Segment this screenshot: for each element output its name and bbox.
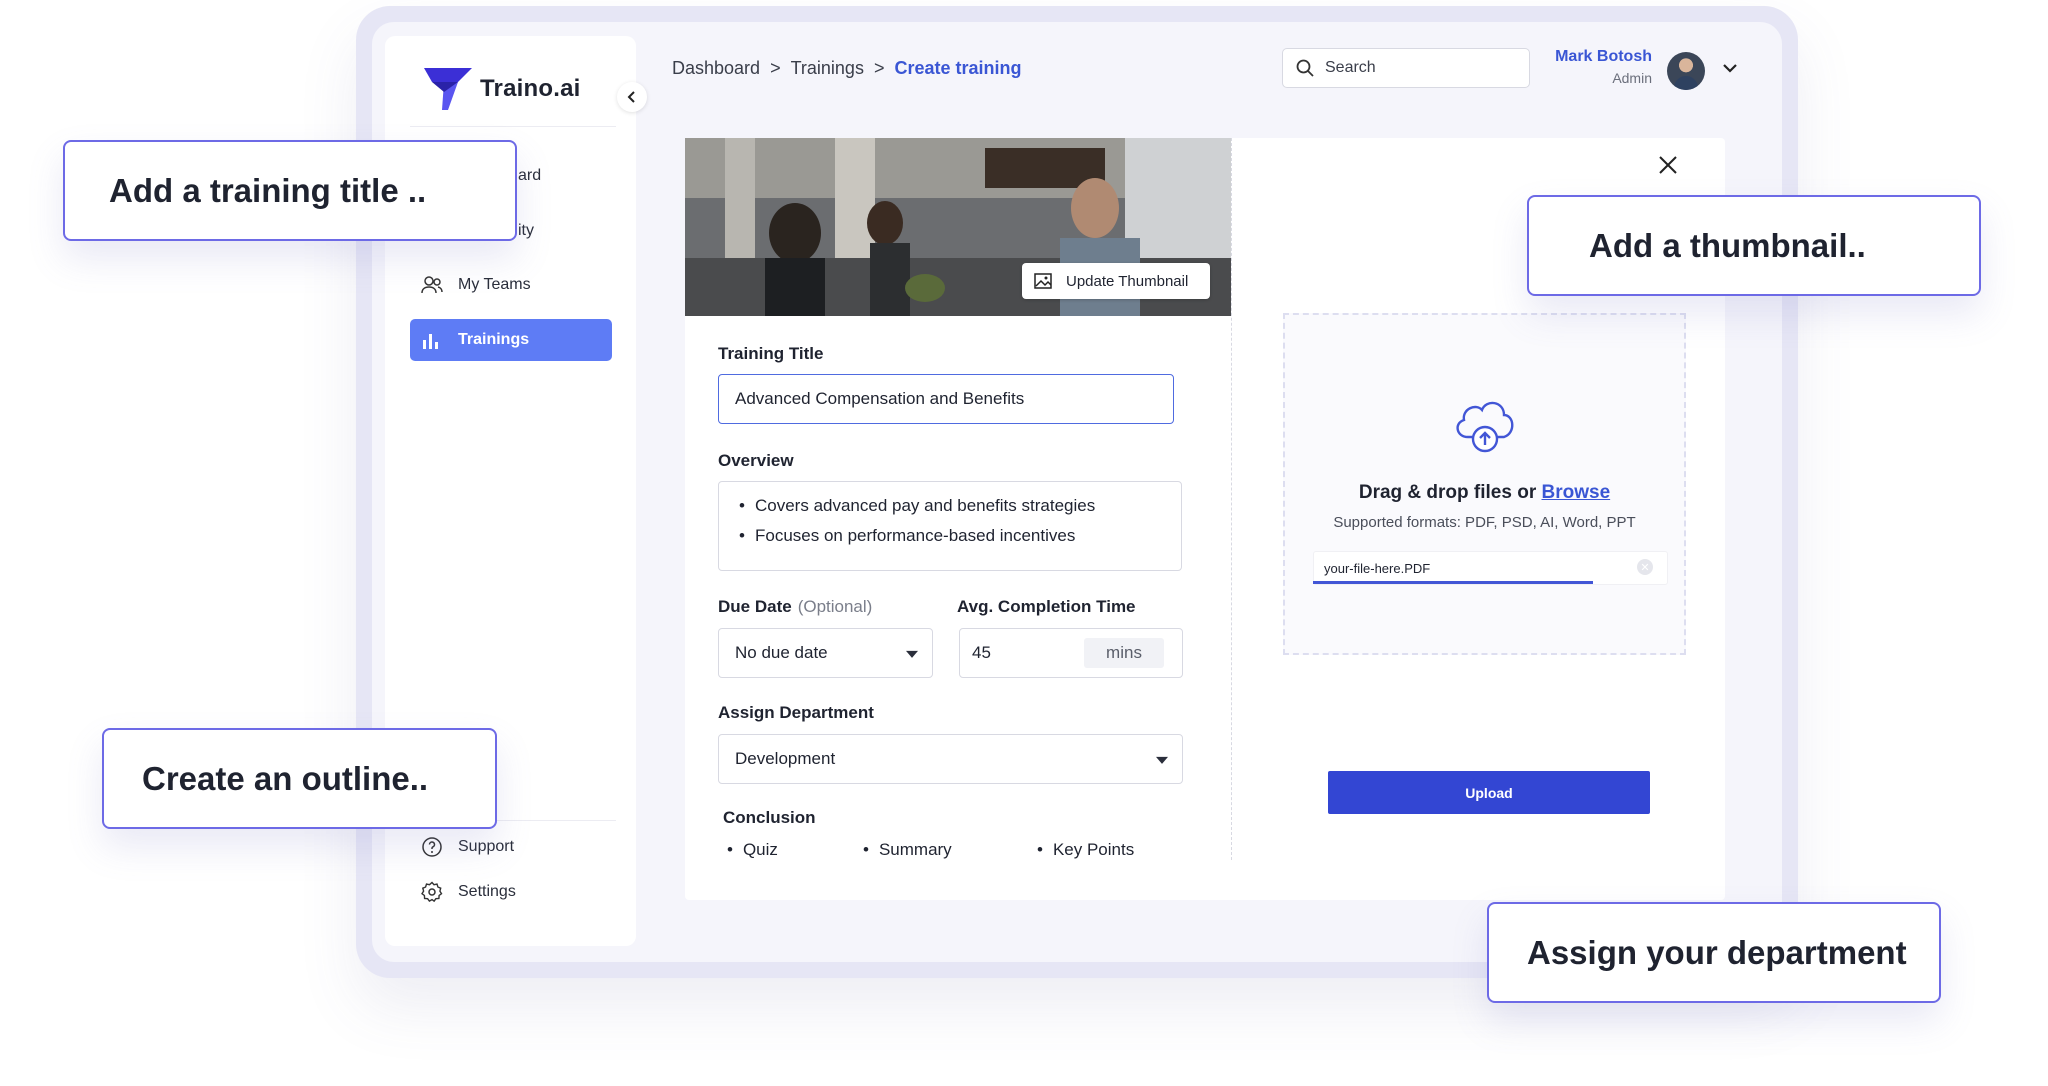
callout-create-outline: Create an outline.. <box>102 728 497 829</box>
app-name: Traino.ai <box>480 75 581 102</box>
sidebar-item-label: Support <box>458 838 515 855</box>
chevron-left-icon <box>627 91 635 103</box>
supported-formats: Supported formats: PDF, PSD, AI, Word, P… <box>1333 514 1636 531</box>
upload-button[interactable]: Upload <box>1328 771 1650 814</box>
department-value: Development <box>735 749 836 768</box>
logo[interactable]: Traino.ai <box>422 66 581 112</box>
callout-text: Add a thumbnail.. <box>1589 226 1866 264</box>
caret-down-icon <box>906 650 918 658</box>
breadcrumb: Dashboard > Trainings > Create training <box>672 58 1022 79</box>
uploaded-file-row: your-file-here.PDF <box>1313 551 1668 585</box>
update-thumbnail-button[interactable]: Update Thumbnail <box>1022 263 1210 299</box>
conclusion-item-label: Key Points <box>1037 840 1134 859</box>
callout-text: Create an outline.. <box>142 759 429 797</box>
department-select[interactable]: Development <box>718 734 1183 784</box>
breadcrumb-dashboard[interactable]: Dashboard <box>672 58 760 79</box>
chevron-down-icon[interactable] <box>1720 58 1740 78</box>
sidebar-item-label: Settings <box>458 883 516 900</box>
sidebar-item-support[interactable]: Support <box>410 826 612 868</box>
dropzone-title-text: Drag & drop files or <box>1358 482 1537 503</box>
due-date-label: Due Date (Optional) <box>718 597 872 617</box>
completion-time-value: 45 <box>972 643 991 662</box>
search-icon <box>1296 59 1314 77</box>
assign-department-label: Assign Department <box>718 703 874 722</box>
training-title-value: Advanced Compensation and Benefits <box>735 389 1025 408</box>
breadcrumb-separator: > <box>873 58 885 78</box>
sidebar-item-label: Trainings <box>458 331 530 348</box>
user-info[interactable]: Mark Botosh Admin <box>1540 48 1652 86</box>
overview-textarea[interactable]: Covers advanced pay and benefits strateg… <box>718 481 1182 571</box>
bar-chart-icon <box>423 334 438 349</box>
training-title-input[interactable]: Advanced Compensation and Benefits <box>718 374 1174 424</box>
completion-time-label: Avg. Completion Time <box>957 597 1136 616</box>
overview-item: Focuses on performance-based incentives <box>739 526 1181 546</box>
browse-link[interactable]: Browse <box>1542 482 1611 503</box>
due-date-optional: (Optional) <box>797 597 873 616</box>
gear-icon <box>421 881 443 903</box>
callout-text: Assign your department <box>1527 933 1907 971</box>
user-role: Admin <box>1612 70 1652 86</box>
file-name: your-file-here.PDF <box>1324 560 1431 576</box>
caret-down-icon <box>1156 756 1168 764</box>
callout-text: Add a training title .. <box>109 171 427 209</box>
cloud-upload-icon <box>1456 401 1514 453</box>
completion-time-input[interactable]: 45 mins <box>959 628 1183 678</box>
help-circle-icon <box>422 837 442 857</box>
user-name: Mark Botosh <box>1555 48 1652 65</box>
due-date-value: No due date <box>735 643 828 662</box>
conclusion-item-label: Summary <box>863 840 952 859</box>
avatar[interactable] <box>1667 52 1705 90</box>
due-date-select[interactable]: No due date <box>718 628 933 678</box>
close-icon[interactable] <box>1655 152 1681 178</box>
conclusion-item-quiz[interactable]: Quiz <box>727 840 778 860</box>
callout-assign-department: Assign your department <box>1487 902 1941 1003</box>
conclusion-item-key-points[interactable]: Key Points <box>1037 840 1134 860</box>
breadcrumb-current: Create training <box>894 58 1022 78</box>
overview-item: Covers advanced pay and benefits strateg… <box>739 496 1181 516</box>
callout-add-title: Add a training title .. <box>63 140 517 241</box>
sidebar-item-settings[interactable]: Settings <box>410 871 612 913</box>
conclusion-label: Conclusion <box>723 808 816 827</box>
dropzone-title: Drag & drop files or Browse <box>1283 482 1686 504</box>
conclusion-item-label: Quiz <box>727 840 778 859</box>
sidebar-item-my-teams[interactable]: My Teams <box>410 264 612 306</box>
upload-progress-bar <box>1313 581 1593 584</box>
traino-logo-icon <box>424 68 472 110</box>
remove-file-icon[interactable]: ✕ <box>1637 559 1653 575</box>
logo-divider <box>410 126 616 127</box>
image-icon <box>1034 273 1052 289</box>
callout-add-thumbnail: Add a thumbnail.. <box>1527 195 1981 296</box>
due-date-label-text: Due Date <box>718 597 792 616</box>
collapse-sidebar-button[interactable] <box>617 82 647 112</box>
search-placeholder: Search <box>1325 59 1376 76</box>
sidebar-item-label: My Teams <box>458 276 531 293</box>
search-input[interactable]: Search <box>1282 48 1530 88</box>
card-divider <box>1231 138 1232 860</box>
users-icon <box>421 276 443 294</box>
conclusion-item-summary[interactable]: Summary <box>863 840 952 860</box>
update-thumbnail-label: Update Thumbnail <box>1066 272 1189 290</box>
overview-label: Overview <box>718 451 794 470</box>
completion-time-unit: mins <box>1084 638 1164 668</box>
sidebar-item-trainings[interactable]: Trainings <box>410 319 612 361</box>
breadcrumb-trainings[interactable]: Trainings <box>791 58 864 79</box>
training-title-label: Training Title <box>718 344 824 363</box>
breadcrumb-separator: > <box>770 58 781 78</box>
